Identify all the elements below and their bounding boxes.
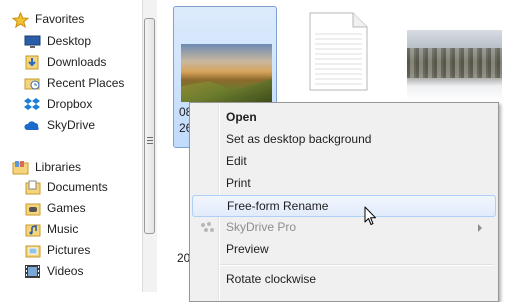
menu-item-preview[interactable]: Preview (192, 239, 496, 261)
dropbox-icon (24, 97, 41, 112)
menu-item-label: Edit (226, 154, 247, 168)
menu-item-label: Open (226, 110, 257, 124)
nav-item-label: Dropbox (47, 97, 93, 111)
pictures-icon (24, 243, 41, 258)
skydrive-pro-icon (199, 221, 215, 238)
nav-item-label: Documents (47, 180, 108, 194)
menu-item-skydrive-pro[interactable]: SkyDrive Pro (192, 217, 496, 239)
documents-icon (24, 180, 41, 195)
menu-item-label: Preview (226, 242, 269, 256)
scrollbar-grip-icon (147, 137, 153, 144)
nav-favorites-label: Favorites (35, 12, 85, 26)
nav-item-label: Recent Places (47, 76, 125, 90)
nav-item-label: Videos (47, 264, 84, 278)
nav-favorites[interactable]: Favorites (11, 9, 85, 29)
nav-scrollbar[interactable] (142, 0, 157, 292)
menu-item-rotate-clockwise[interactable]: Rotate clockwise (192, 269, 496, 291)
nav-libraries-label: Libraries (35, 160, 82, 174)
menu-item-label: Set as desktop background (226, 132, 372, 146)
nav-item-desktop[interactable]: Desktop (24, 31, 91, 51)
document-file-tile[interactable] (307, 12, 369, 92)
videos-icon (24, 264, 41, 279)
context-menu: Open Set as desktop background Edit Prin… (189, 102, 499, 302)
nav-item-music[interactable]: Music (24, 219, 78, 239)
nav-item-videos[interactable]: Videos (24, 261, 83, 281)
menu-item-set-desktop-background[interactable]: Set as desktop background (192, 129, 496, 151)
scrollbar-thumb[interactable] (144, 18, 155, 234)
landscape-thumbnail (181, 44, 272, 102)
nav-item-downloads[interactable]: Downloads (24, 52, 106, 72)
downloads-icon (24, 55, 41, 70)
nav-item-label: Music (47, 222, 79, 236)
menu-item-print[interactable]: Print (192, 173, 496, 195)
games-icon (24, 201, 41, 216)
nav-item-label: Downloads (47, 55, 107, 69)
document-icon (309, 12, 368, 91)
desktop-icon (24, 34, 41, 49)
recent-places-icon (24, 76, 41, 91)
menu-item-edit[interactable]: Edit (192, 151, 496, 173)
nav-item-recent-places[interactable]: Recent Places (24, 73, 124, 93)
menu-separator (220, 264, 494, 266)
photo-file-tile[interactable] (407, 30, 502, 102)
libraries-icon (12, 160, 29, 175)
menu-item-free-form-rename[interactable]: Free-form Rename (192, 195, 496, 217)
nav-libraries[interactable]: Libraries (12, 157, 81, 177)
star-icon (11, 11, 30, 28)
mouse-pointer-icon (364, 206, 377, 229)
menu-item-label: Print (226, 176, 251, 190)
skydrive-icon (24, 118, 41, 133)
music-icon (24, 222, 41, 237)
navigation-pane: Favorites Desktop Downloads Recent Place… (0, 0, 142, 292)
nav-item-skydrive[interactable]: SkyDrive (24, 115, 95, 135)
nav-item-dropbox[interactable]: Dropbox (24, 94, 92, 114)
nav-item-games[interactable]: Games (24, 198, 86, 218)
nav-item-documents[interactable]: Documents (24, 177, 108, 197)
nav-item-label: Pictures (47, 243, 91, 257)
menu-item-label: SkyDrive Pro (226, 220, 297, 234)
snow-scene-thumbnail (407, 30, 502, 102)
submenu-arrow-icon (478, 224, 482, 232)
nav-item-label: SkyDrive (47, 118, 96, 132)
menu-item-label: Rotate clockwise (226, 272, 317, 286)
nav-item-pictures[interactable]: Pictures (24, 240, 90, 260)
nav-item-label: Games (47, 201, 86, 215)
menu-item-label: Free-form Rename (227, 199, 329, 213)
nav-item-label: Desktop (47, 34, 92, 48)
menu-item-open[interactable]: Open (192, 107, 496, 129)
